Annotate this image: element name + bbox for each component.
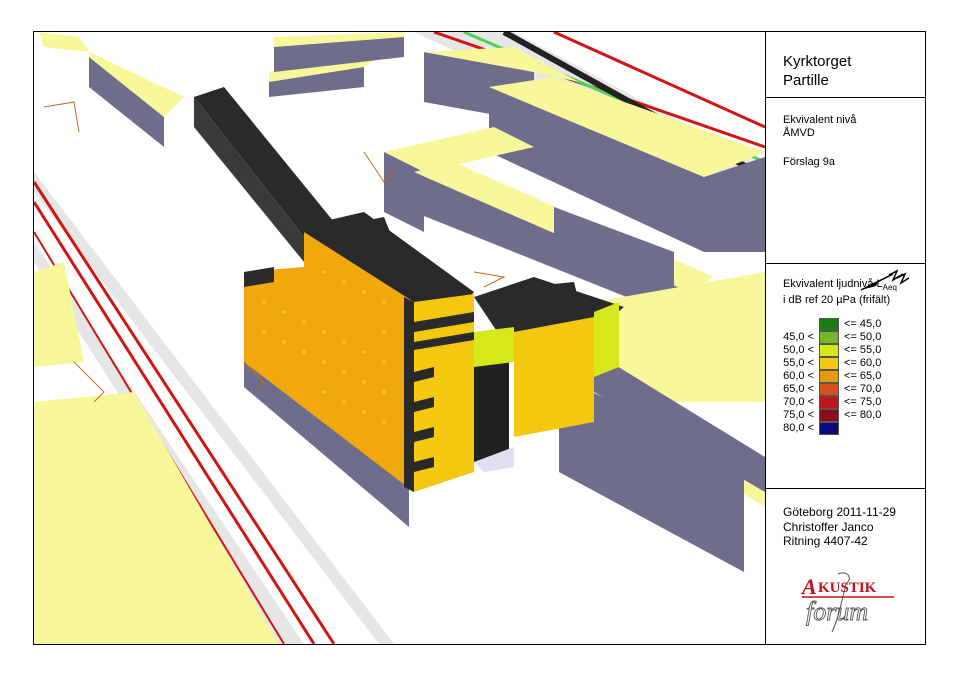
legend-item: 60,0 < <= 65,0 [783, 370, 882, 383]
date-line: Göteborg 2011-11-29 [783, 505, 896, 519]
legend-swatch [819, 344, 839, 357]
title-block: Kyrktorget Partille Ekvivalent nivå ÅMVD… [765, 32, 926, 644]
info-section: Ekvivalent nivå ÅMVD Förslag 9a [766, 98, 926, 291]
legend-title: Ekvivalent ljudnivå LAeq i dB ref 20 µPa… [783, 278, 897, 307]
title-section: Kyrktorget Partille [766, 32, 926, 98]
legend-swatch [819, 331, 839, 344]
legend-item: 70,0 < <= 75,0 [783, 396, 882, 409]
project-name: Kyrktorget [783, 53, 852, 70]
akustik-forum-logo: A KUSTIK forum [800, 572, 894, 633]
drawing-number: Ritning 4407-42 [783, 534, 868, 548]
legend-swatch [819, 357, 839, 370]
project-location: Partille [783, 72, 829, 89]
legend-item: 80,0 < [766, 422, 926, 435]
legend-item: 65,0 < <= 70,0 [783, 383, 882, 396]
drawing-info: Göteborg 2011-11-29 Christoffer Janco Ri… [783, 505, 896, 549]
author-line: Christoffer Janco [783, 519, 874, 534]
legend-item: <= 45,0 [766, 318, 926, 331]
legend-swatch [819, 409, 839, 422]
map-canvas [34, 32, 765, 644]
svg-text:forum: forum [806, 597, 868, 626]
legend-item: 45,0 < <= 50,0 [783, 331, 882, 344]
legend-item: 75,0 < <= 80,0 [783, 409, 882, 422]
legend-swatch [819, 422, 839, 435]
level-description: Ekvivalent nivå ÅMVD [783, 114, 857, 139]
project-title: Kyrktorget Partille [783, 52, 923, 90]
proposal-label: Förslag 9a [783, 156, 835, 168]
legend-swatch [819, 318, 839, 331]
legend-swatch [819, 396, 839, 409]
noise-map-3d-view[interactable] [34, 32, 765, 644]
legend-item: 55,0 < <= 60,0 [783, 357, 882, 370]
legend-swatch [819, 370, 839, 383]
legend-item: 50,0 < <= 55,0 [783, 344, 882, 357]
building-roof-dark [194, 87, 334, 237]
legend-swatch [819, 383, 839, 396]
svg-text:A: A [800, 574, 817, 599]
